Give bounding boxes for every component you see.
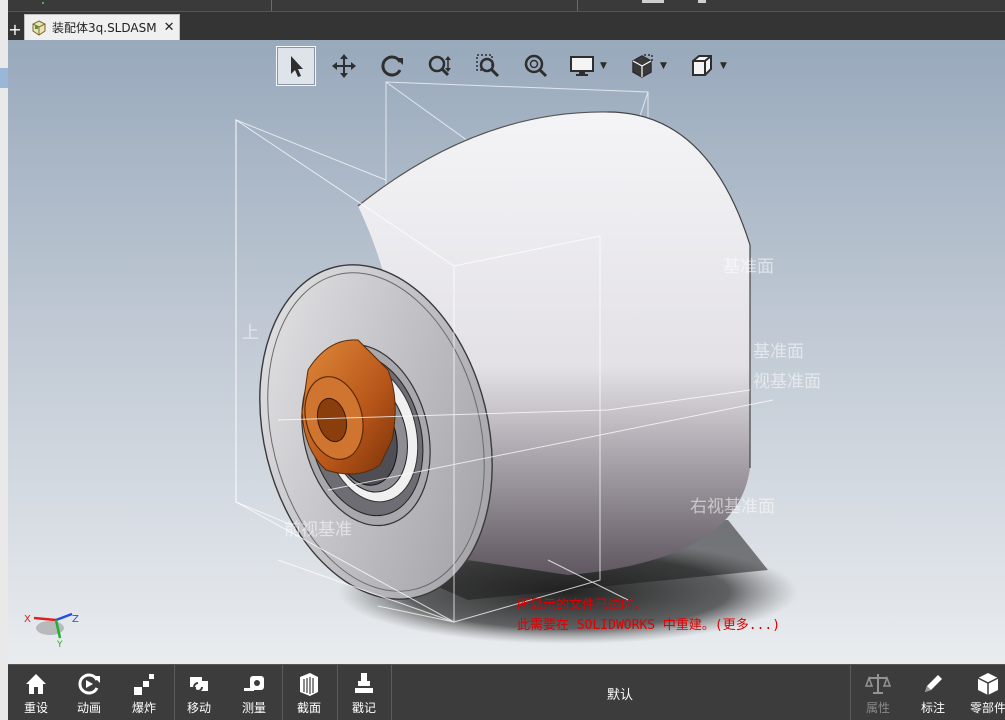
top-separator xyxy=(577,0,578,11)
triad-y-label: Y xyxy=(56,640,63,650)
move-arrows-icon xyxy=(332,54,356,78)
explode-button[interactable]: 爆炸 xyxy=(116,665,172,720)
annotate-label: 标注 xyxy=(920,701,945,715)
outdated-file-warning[interactable]: 所显示的文件已过时。 此需要在 SOLIDWORKS 中重建。(更多...) xyxy=(517,596,780,636)
markup-button[interactable]: 戳记 xyxy=(336,665,392,720)
components-cube-icon xyxy=(977,673,999,695)
annotate-button[interactable]: 标注 xyxy=(905,665,961,720)
move-label: 移动 xyxy=(186,701,211,715)
chevron-down-icon: ▼ xyxy=(600,61,607,71)
move-button[interactable]: 移动 xyxy=(171,665,227,720)
measure-tape-icon xyxy=(244,676,264,691)
plane-label: 右视基准面 xyxy=(690,497,775,517)
triad-x-label: X xyxy=(24,614,31,625)
rotate-icon xyxy=(381,55,403,77)
chevron-down-icon: ▼ xyxy=(720,61,727,71)
top-mini-control[interactable] xyxy=(698,0,706,3)
cube-icon xyxy=(692,55,712,76)
properties-label: 属性 xyxy=(865,701,890,715)
stamp-icon xyxy=(355,673,373,693)
zoom-tool-button[interactable] xyxy=(420,46,460,86)
section-button[interactable]: 截面 xyxy=(281,665,337,720)
move-component-icon xyxy=(190,677,208,692)
bottom-toolbar: 重设 动画 爆炸 移动 测量 截面 戳记 默认 属性 标注 零部件 xyxy=(8,664,1005,720)
zoom-in-out-icon xyxy=(428,55,451,77)
plane-label: 前视基准 xyxy=(284,520,352,540)
heads-up-view-toolbar: ▼ ▼ ▼ xyxy=(276,45,744,87)
markup-label: 戳记 xyxy=(351,701,376,715)
view-orientation-button[interactable]: ▼ xyxy=(684,46,736,86)
animate-label: 动画 xyxy=(76,701,101,715)
properties-button[interactable]: 属性 xyxy=(850,665,906,720)
document-tab-title: 装配体3q.SLDASM xyxy=(52,21,157,35)
plane-label: 上 xyxy=(242,323,259,343)
top-separator xyxy=(271,0,272,11)
section-plane-icon xyxy=(300,673,318,696)
warning-line-2: 此需要在 SOLIDWORKS 中重建。(更多...) xyxy=(517,618,781,633)
select-tool-button[interactable] xyxy=(276,46,316,86)
left-strip-highlight xyxy=(0,68,8,88)
configuration-selector[interactable]: 默认 xyxy=(392,665,848,720)
zoom-area-icon xyxy=(476,54,500,78)
section-label: 截面 xyxy=(296,701,321,715)
warning-line-1: 所显示的文件已过时。 xyxy=(517,598,648,613)
plane-label: 基准面 xyxy=(723,257,774,277)
top-strip xyxy=(8,0,1005,12)
section-cube-icon xyxy=(632,54,653,78)
top-mini-control[interactable] xyxy=(642,0,664,3)
graphics-viewport[interactable]: 基准面 基准面 视基准面 右视基准面 前视基准 上 X Z Y ▼ ▼ ▼ 所显… xyxy=(8,40,1005,664)
close-tab-button[interactable]: ✕ xyxy=(164,20,175,35)
display-style-button[interactable]: ▼ xyxy=(564,46,616,86)
zoom-fit-button[interactable] xyxy=(516,46,556,86)
explode-icon xyxy=(134,674,154,695)
monitor-icon xyxy=(570,56,594,76)
assembly-icon xyxy=(32,19,46,36)
chevron-down-icon: ▼ xyxy=(660,61,667,71)
home-icon xyxy=(26,674,46,694)
coordinate-triad: X Z Y xyxy=(24,612,79,650)
rotate-tool-button[interactable] xyxy=(372,46,412,86)
measure-button[interactable]: 测量 xyxy=(226,665,282,720)
document-tab-bar: + 装配体3q.SLDASM ✕ xyxy=(8,12,1005,40)
document-tab[interactable]: 装配体3q.SLDASM ✕ xyxy=(24,14,180,40)
explode-label: 爆炸 xyxy=(131,701,156,715)
measure-label: 测量 xyxy=(241,701,266,715)
components-label: 零部件 xyxy=(969,701,1005,715)
zoom-fit-icon xyxy=(524,54,548,78)
assembly-model[interactable]: 基准面 基准面 视基准面 右视基准面 前视基准 上 X Z Y xyxy=(8,40,1005,664)
app-window: + 装配体3q.SLDASM ✕ 基准面 基准面 视基准面 右视基准面 前视基准… xyxy=(0,0,1005,720)
triad-z-label: Z xyxy=(72,614,79,625)
animation-icon xyxy=(78,673,100,695)
reset-label: 重设 xyxy=(23,701,48,715)
components-button[interactable]: 零部件 xyxy=(960,665,1005,720)
reset-button[interactable]: 重设 xyxy=(8,665,64,720)
left-page-strip xyxy=(0,0,8,720)
status-dot xyxy=(42,2,44,4)
balance-scale-icon xyxy=(865,674,891,694)
zoom-area-button[interactable] xyxy=(468,46,508,86)
animate-button[interactable]: 动画 xyxy=(61,665,117,720)
pencil-icon xyxy=(925,675,942,692)
plane-label: 基准面 xyxy=(753,342,804,362)
new-tab-button[interactable]: + xyxy=(8,20,22,40)
arrow-cursor-icon xyxy=(291,56,303,77)
pan-tool-button[interactable] xyxy=(324,46,364,86)
section-view-button[interactable]: ▼ xyxy=(624,46,676,86)
plane-label: 视基准面 xyxy=(753,372,821,392)
